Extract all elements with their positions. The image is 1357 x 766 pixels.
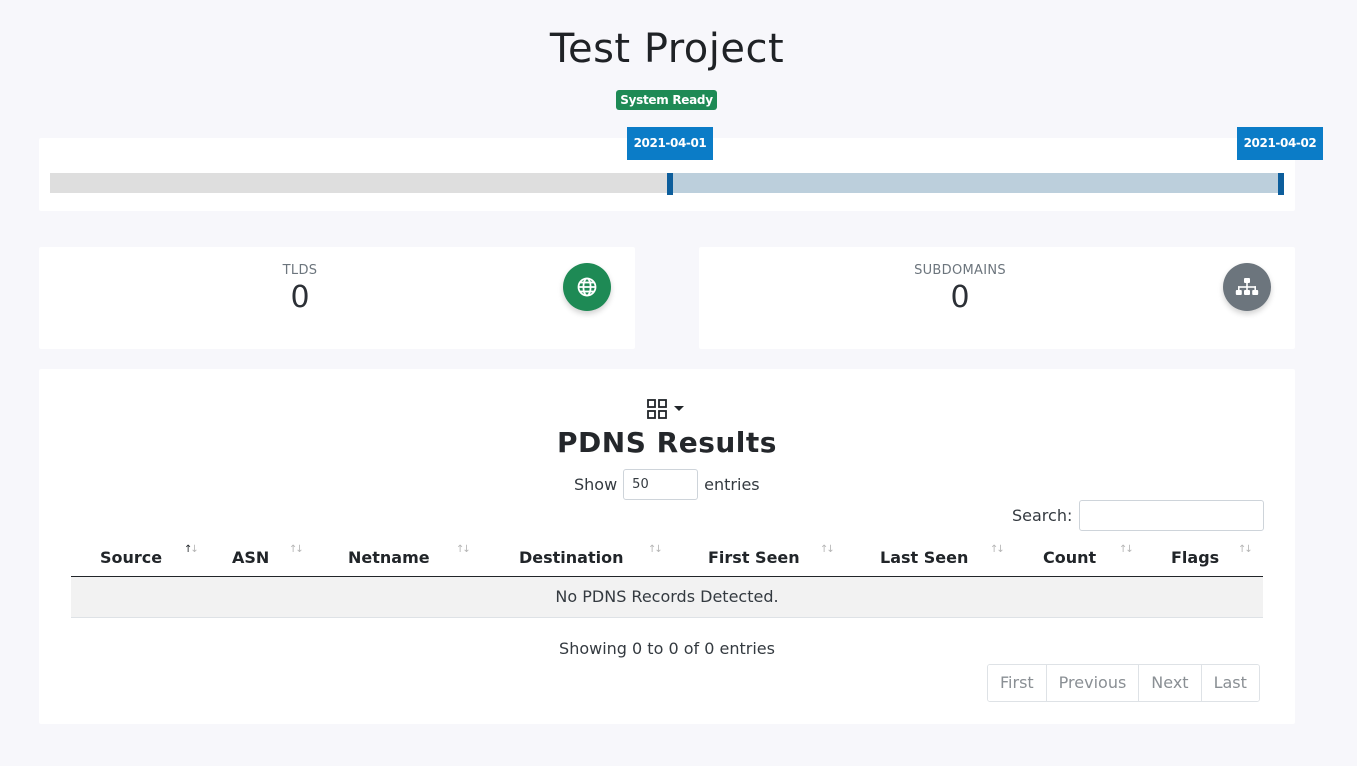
column-header-last-seen[interactable]: Last Seen — [880, 548, 968, 567]
caret-down-icon — [674, 406, 684, 411]
pagination-first-button[interactable]: First — [988, 665, 1047, 701]
column-header-netname[interactable]: Netname — [348, 548, 430, 567]
search-control: Search: — [1012, 500, 1265, 531]
entries-label: entries — [704, 475, 760, 494]
pagination-next-button[interactable]: Next — [1139, 665, 1202, 701]
column-header-source[interactable]: Source — [100, 548, 162, 567]
timeline-selected-range[interactable] — [670, 173, 1281, 193]
status-badge: System Ready — [616, 90, 717, 110]
pagination-last-button[interactable]: Last — [1201, 665, 1259, 701]
timeline-start-handle[interactable] — [667, 173, 673, 195]
sitemap-icon — [1223, 263, 1271, 311]
sort-icon[interactable]: ↑↓ — [990, 544, 1005, 555]
stat-value: 0 — [950, 280, 970, 315]
page-title: Test Project — [549, 26, 785, 72]
column-header-flags[interactable]: Flags — [1171, 548, 1219, 567]
page-length-control: Show 50 entries — [574, 469, 760, 500]
search-input[interactable] — [1079, 500, 1265, 531]
show-label: Show — [574, 475, 618, 494]
stat-label: SUBDOMAINS — [914, 263, 1006, 278]
timeline-start-date: 2021-04-01 — [627, 127, 713, 160]
empty-table-message: No PDNS Records Detected. — [71, 577, 1263, 618]
timeline-end-handle[interactable] — [1278, 173, 1284, 195]
stat-card-subdomains: SUBDOMAINS 0 — [699, 247, 1295, 349]
globe-icon — [563, 263, 611, 311]
stat-label: TLDS — [282, 263, 318, 278]
page-length-select[interactable]: 50 — [623, 469, 699, 500]
pagination-previous-button[interactable]: Previous — [1046, 665, 1140, 701]
grid-icon — [647, 399, 667, 419]
sort-icon[interactable]: ↑↓ — [648, 544, 663, 555]
stat-card-tlds: TLDS 0 — [39, 247, 635, 349]
table-header-row: Source ↑↓ ASN ↑↓ Netname ↑↓ Destination … — [71, 539, 1263, 577]
view-toggle-dropdown[interactable] — [646, 397, 692, 421]
column-header-destination[interactable]: Destination — [519, 548, 624, 567]
pagination: First Previous Next Last — [987, 664, 1260, 702]
sort-icon[interactable]: ↑↓ — [1119, 544, 1134, 555]
sort-ascending-icon[interactable]: ↑↓ — [184, 544, 199, 555]
column-header-count[interactable]: Count — [1043, 548, 1096, 567]
column-header-first-seen[interactable]: First Seen — [708, 548, 800, 567]
sort-icon[interactable]: ↑↓ — [820, 544, 835, 555]
pdns-table: Source ↑↓ ASN ↑↓ Netname ↑↓ Destination … — [71, 539, 1263, 618]
pdns-results-card: PDNS Results Show 50 entries Search: Sou… — [39, 369, 1295, 724]
table-info: Showing 0 to 0 of 0 entries — [559, 639, 775, 658]
sort-icon[interactable]: ↑↓ — [456, 544, 471, 555]
column-header-asn[interactable]: ASN — [232, 548, 269, 567]
sort-icon[interactable]: ↑↓ — [1238, 544, 1253, 555]
pdns-title: PDNS Results — [557, 426, 777, 459]
stat-value: 0 — [290, 280, 310, 315]
timeline-end-date: 2021-04-02 — [1237, 127, 1323, 160]
sort-icon[interactable]: ↑↓ — [289, 544, 304, 555]
search-label: Search: — [1012, 506, 1073, 525]
